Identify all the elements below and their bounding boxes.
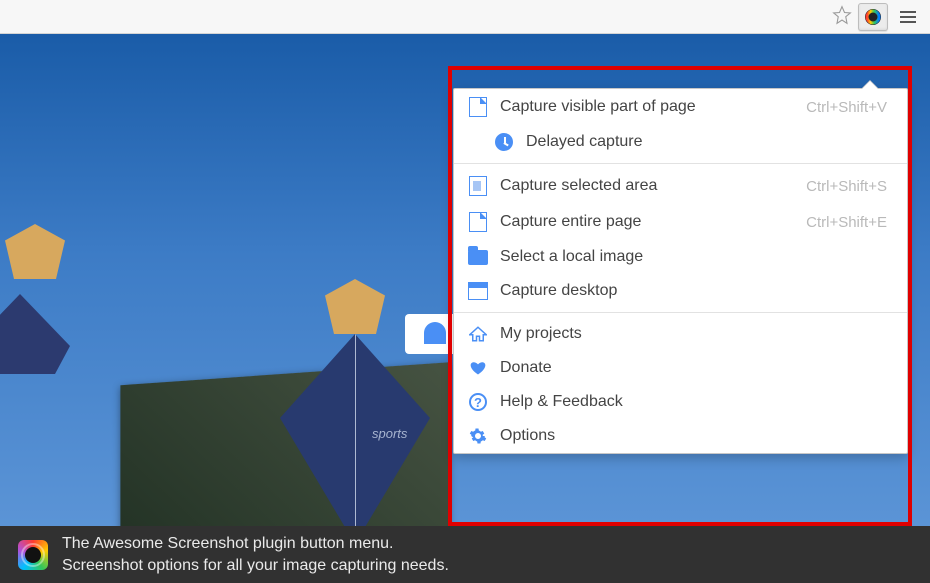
page-corner-icon (468, 212, 488, 232)
avatar-shirt-1 (0, 294, 70, 374)
menu-item-label: Capture selected area (500, 177, 794, 195)
caption-line-1: The Awesome Screenshot plugin button men… (62, 533, 449, 555)
capture-desktop-item[interactable]: Capture desktop (454, 274, 907, 308)
menu-divider (454, 163, 907, 164)
menu-item-label: Capture desktop (500, 282, 887, 300)
menu-item-shortcut: Ctrl+Shift+V (806, 99, 887, 116)
kite-label: sports (372, 426, 407, 441)
help-feedback-item[interactable]: ? Help & Feedback (454, 385, 907, 419)
menu-item-label: My projects (500, 325, 887, 343)
avatar-pentagon-1 (5, 224, 65, 304)
home-icon (468, 326, 488, 342)
browser-toolbar (0, 0, 930, 34)
kite-graphic: sports (280, 334, 430, 526)
menu-item-label: Options (500, 427, 887, 445)
delayed-capture-item[interactable]: Delayed capture (454, 125, 907, 159)
menu-item-label: Select a local image (500, 248, 887, 266)
menu-item-shortcut: Ctrl+Shift+S (806, 178, 887, 195)
menu-divider (454, 312, 907, 313)
tooltip-avatar-icon (424, 322, 446, 344)
chrome-menu-icon[interactable] (894, 11, 922, 23)
caption-bar: The Awesome Screenshot plugin button men… (0, 526, 930, 583)
menu-item-shortcut: Ctrl+Shift+E (806, 214, 887, 231)
heart-icon (468, 360, 488, 376)
options-item[interactable]: Options (454, 419, 907, 453)
page-corner-icon (468, 97, 488, 117)
menu-item-label: Help & Feedback (500, 393, 887, 411)
caption-text: The Awesome Screenshot plugin button men… (62, 533, 449, 576)
caption-line-2: Screenshot options for all your image ca… (62, 555, 449, 577)
menu-item-label: Donate (500, 359, 887, 377)
browser-icon (468, 282, 488, 300)
select-local-image-item[interactable]: Select a local image (454, 240, 907, 274)
help-icon: ? (468, 393, 488, 411)
cog-icon (468, 427, 488, 445)
capture-selected-area-item[interactable]: Capture selected area Ctrl+Shift+S (454, 168, 907, 204)
timer-icon (494, 133, 514, 151)
my-projects-item[interactable]: My projects (454, 317, 907, 351)
awesome-screenshot-extension-button[interactable] (858, 3, 888, 31)
donate-item[interactable]: Donate (454, 351, 907, 385)
bookmark-star-icon[interactable] (832, 5, 852, 30)
folder-icon (468, 250, 488, 265)
menu-item-label: Capture visible part of page (500, 98, 794, 116)
capture-visible-item[interactable]: Capture visible part of page Ctrl+Shift+… (454, 89, 907, 125)
page-area-icon (468, 176, 488, 196)
capture-entire-page-item[interactable]: Capture entire page Ctrl+Shift+E (454, 204, 907, 240)
menu-item-label: Capture entire page (500, 213, 794, 231)
menu-item-label: Delayed capture (526, 133, 887, 151)
extension-menu-popup: Capture visible part of page Ctrl+Shift+… (453, 88, 908, 454)
awesome-screenshot-app-icon (18, 540, 48, 570)
page-content: sports Capture visible part of page Ctrl… (0, 34, 930, 526)
